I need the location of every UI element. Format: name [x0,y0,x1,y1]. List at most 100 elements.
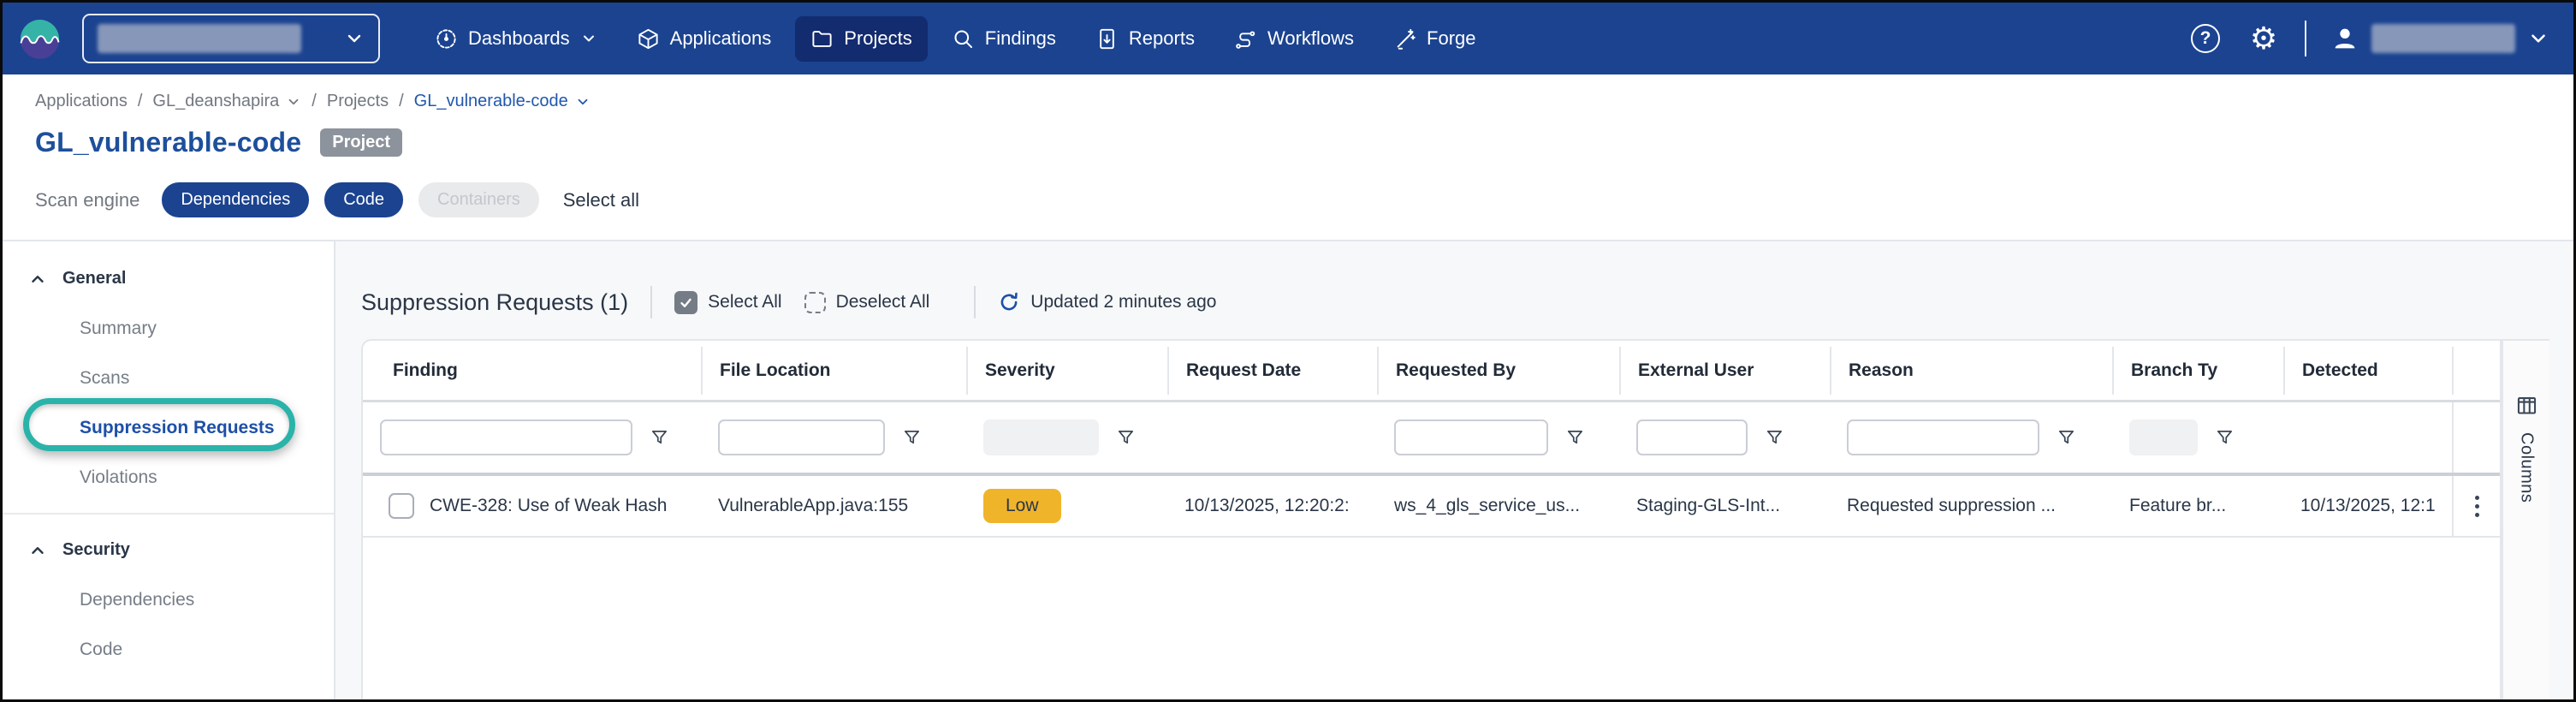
scan-engine-select-all[interactable]: Select all [563,189,639,211]
sidebar-item-violations[interactable]: Violations [3,453,334,503]
header-divider [974,286,976,318]
deselect-all-button[interactable]: Deselect All [804,292,930,313]
filter-branch-type-disabled [2129,419,2198,455]
app-window: Dashboards Applications Projects Finding… [0,0,2576,702]
refresh-status[interactable]: Updated 2 minutes ago [998,291,1216,313]
detected-cell: 10/13/2025, 12:1 [2283,496,2452,516]
nav-item-applications[interactable]: Applications [621,16,787,62]
row-actions-menu[interactable] [2470,491,2484,522]
filter-funnel-icon[interactable] [1565,428,1585,448]
reason-cell: Requested suppression ... [1830,496,2112,516]
breadcrumb-separator: / [399,92,404,111]
chip-dependencies[interactable]: Dependencies [162,182,309,217]
content-title: Suppression Requests (1) [361,289,628,316]
chevron-up-icon [28,270,47,289]
sidebar-item-summary[interactable]: Summary [3,304,334,354]
breadcrumb-projects[interactable]: Projects [327,92,389,111]
chevron-down-icon [2527,27,2549,50]
checkbox-dashed-icon [804,292,826,313]
finding-cell[interactable]: CWE-328: Use of Weak Hash [430,496,667,516]
filter-funnel-icon[interactable] [650,428,669,448]
scan-engine-selector: Scan engine Dependencies Code Containers… [35,182,2573,217]
col-header-file-location[interactable]: File Location [701,347,966,395]
col-header-finding[interactable]: Finding [363,347,701,395]
search-icon [952,27,975,51]
col-header-branch-type[interactable]: Branch Ty [2112,347,2283,395]
filter-external-user-input[interactable] [1636,419,1748,455]
nav-item-workflows[interactable]: Workflows [1219,16,1369,62]
nav-item-forge[interactable]: Forge [1378,16,1491,62]
chevron-down-icon [580,30,597,47]
chevron-down-icon [575,94,591,110]
breadcrumb-project-name[interactable]: GL_vulnerable-code [414,92,591,111]
filter-finding-input[interactable] [380,419,632,455]
redacted-username [2371,24,2515,53]
navbar-divider [2305,21,2306,57]
user-icon [2330,24,2359,53]
nav-label: Applications [670,27,772,50]
table-filter-row [363,402,2500,476]
settings-button[interactable]: ⚙ [2247,21,2281,56]
filter-funnel-icon[interactable] [1116,428,1136,448]
external-user-cell: Staging-GLS-Int... [1619,496,1830,516]
col-header-reason[interactable]: Reason [1830,347,2112,395]
chevron-down-icon [286,94,301,110]
top-navbar: Dashboards Applications Projects Finding… [3,3,2573,74]
columns-panel-toggle[interactable]: Columns [2502,339,2549,699]
help-icon: ? [2191,24,2220,53]
nav-item-findings[interactable]: Findings [936,16,1071,62]
header-divider [650,286,652,318]
nav-item-reports[interactable]: Reports [1080,16,1210,62]
sidebar-section-security[interactable]: Security [3,525,334,575]
col-header-request-date[interactable]: Request Date [1167,347,1377,395]
breadcrumb-application-name[interactable]: GL_deanshapira [152,92,301,111]
col-header-actions [2452,347,2500,395]
filter-actions-empty [2452,402,2500,473]
account-menu[interactable] [2330,24,2549,53]
sidebar-item-code[interactable]: Code [3,625,334,675]
report-icon [1095,27,1119,51]
nav-label: Reports [1129,27,1195,50]
gear-icon: ⚙ [2250,23,2277,54]
chevron-up-icon [28,541,47,560]
filter-funnel-icon[interactable] [2215,428,2235,448]
col-header-external-user[interactable]: External User [1619,347,1830,395]
sidebar-item-suppression-requests[interactable]: Suppression Requests [3,403,334,453]
nav-item-dashboards[interactable]: Dashboards [419,16,613,62]
sidebar: General Summary Scans Suppression Reques… [3,241,335,699]
page-header: Applications / GL_deanshapira / Projects… [3,74,2573,241]
filter-reason-input[interactable] [1847,419,2039,455]
sidebar-section-general[interactable]: General [3,253,334,304]
col-header-detected[interactable]: Detected [2283,347,2452,395]
sidebar-item-dependencies[interactable]: Dependencies [3,575,334,625]
workspace-selector[interactable] [82,14,380,63]
chip-code[interactable]: Code [324,182,403,217]
cube-icon [637,27,660,51]
page-title: GL_vulnerable-code [35,127,301,158]
sidebar-item-scans[interactable]: Scans [3,354,334,403]
help-button[interactable]: ? [2188,21,2223,56]
breadcrumb-separator: / [138,92,143,111]
breadcrumb-separator: / [312,92,317,111]
col-header-requested-by[interactable]: Requested By [1377,347,1619,395]
filter-file-location-input[interactable] [718,419,885,455]
filter-funnel-icon[interactable] [902,428,922,448]
sidebar-divider [3,513,334,515]
col-header-severity[interactable]: Severity [966,347,1167,395]
breadcrumb: Applications / GL_deanshapira / Projects… [35,92,2573,111]
suppression-requests-table: Finding File Location Severity Request D… [361,339,2502,699]
filter-funnel-icon[interactable] [1765,428,1784,448]
wand-icon [1393,27,1416,51]
redacted-workspace-name [98,24,301,53]
select-all-button[interactable]: Select All [674,291,781,314]
table-header-row: Finding File Location Severity Request D… [363,341,2500,402]
filter-funnel-icon[interactable] [2057,428,2076,448]
table-row[interactable]: CWE-328: Use of Weak Hash VulnerableApp.… [363,476,2500,538]
requested-by-cell: ws_4_gls_service_us... [1377,496,1619,516]
request-date-cell: 10/13/2025, 12:20:2: [1167,496,1377,516]
nav-item-projects[interactable]: Projects [795,16,927,62]
breadcrumb-applications[interactable]: Applications [35,92,128,111]
filter-requested-by-input[interactable] [1394,419,1548,455]
nav-label: Projects [844,27,911,50]
row-checkbox[interactable] [389,493,414,519]
